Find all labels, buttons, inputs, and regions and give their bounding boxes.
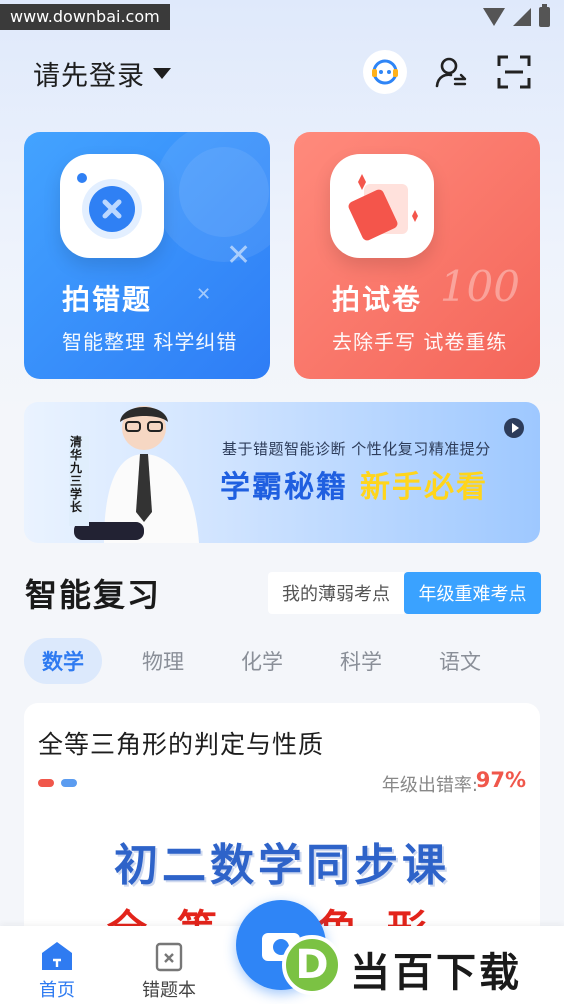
person-tag: 清华九三学长	[70, 435, 83, 514]
tab-chemistry[interactable]: 化学	[223, 638, 301, 684]
login-button[interactable]: 请先登录	[33, 54, 171, 93]
banner-subtitle: 基于错题智能诊断 个性化复习精准提分	[222, 440, 491, 458]
banner-headline-2: 新手必看	[360, 470, 488, 505]
section-title: 智能复习	[25, 576, 162, 614]
header: 请先登录	[0, 44, 564, 104]
segment-weak-points[interactable]: 我的薄弱考点	[268, 572, 404, 614]
indicator-dot	[38, 779, 54, 787]
tab-science[interactable]: 科学	[322, 638, 400, 684]
chat-bot-icon[interactable]	[363, 50, 407, 94]
tab-math[interactable]: 数学	[24, 638, 102, 684]
promo-banner[interactable]: 清华九三学长 基于错题智能诊断 个性化复习精准提分 学霸秘籍 新手必看	[24, 402, 540, 543]
cell-signal-icon	[513, 8, 531, 26]
x-decoration: ✕	[226, 238, 252, 273]
card-title: 拍试卷	[332, 283, 423, 316]
wifi-icon	[483, 8, 505, 26]
user-switch-icon[interactable]	[429, 50, 473, 94]
nav-label: 错题本	[142, 980, 196, 1001]
nav-label: 首页	[39, 980, 75, 1001]
banner-headline-1: 学霸秘籍	[220, 470, 348, 505]
brand-logo: D	[282, 935, 342, 995]
battery-icon	[539, 4, 550, 27]
play-icon[interactable]	[504, 418, 524, 438]
nav-mistake-book[interactable]: 错题本	[114, 926, 224, 1004]
x-decoration: ✕	[196, 284, 212, 305]
scan-icon[interactable]	[492, 50, 536, 94]
camera-icon	[60, 154, 164, 258]
course-title: 初二数学同步课	[114, 840, 450, 891]
nav-home[interactable]: 首页	[2, 926, 112, 1004]
score-decoration: 100	[439, 262, 520, 311]
status-bar: www.downbai.com	[0, 0, 564, 34]
segment-grade-hard-points[interactable]: 年级重难考点	[404, 572, 541, 614]
card-subtitle: 去除手写 试卷重练	[332, 330, 508, 354]
watermark: www.downbai.com	[0, 4, 170, 30]
topic-title: 全等三角形的判定与性质	[38, 730, 325, 759]
brand-logo-text: 当百下载	[350, 950, 522, 996]
photo-paper-card[interactable]: 100 拍试卷 去除手写 试卷重练	[294, 132, 540, 379]
card-subtitle: 智能整理 科学纠错	[62, 330, 238, 354]
subject-tabs: 数学 物理 化学 科学 语文	[24, 638, 544, 686]
student-illustration	[69, 406, 199, 543]
card-title: 拍错题	[62, 283, 153, 316]
error-rate-label: 年级出错率:	[381, 775, 478, 796]
tab-chinese[interactable]: 语文	[421, 638, 499, 684]
photo-mistake-card[interactable]: ✕ ✕ 拍错题 智能整理 科学纠错	[24, 132, 270, 379]
indicator-dot	[61, 779, 77, 787]
status-icons	[483, 4, 550, 27]
paper-icon	[330, 154, 434, 258]
error-rate-value: 97%	[475, 768, 526, 792]
tab-physics[interactable]: 物理	[124, 638, 202, 684]
banner-headline: 学霸秘籍 新手必看	[220, 462, 488, 506]
caret-down-icon	[153, 68, 171, 79]
book-icon	[155, 942, 183, 972]
login-label: 请先登录	[33, 61, 145, 92]
home-icon	[42, 942, 72, 970]
